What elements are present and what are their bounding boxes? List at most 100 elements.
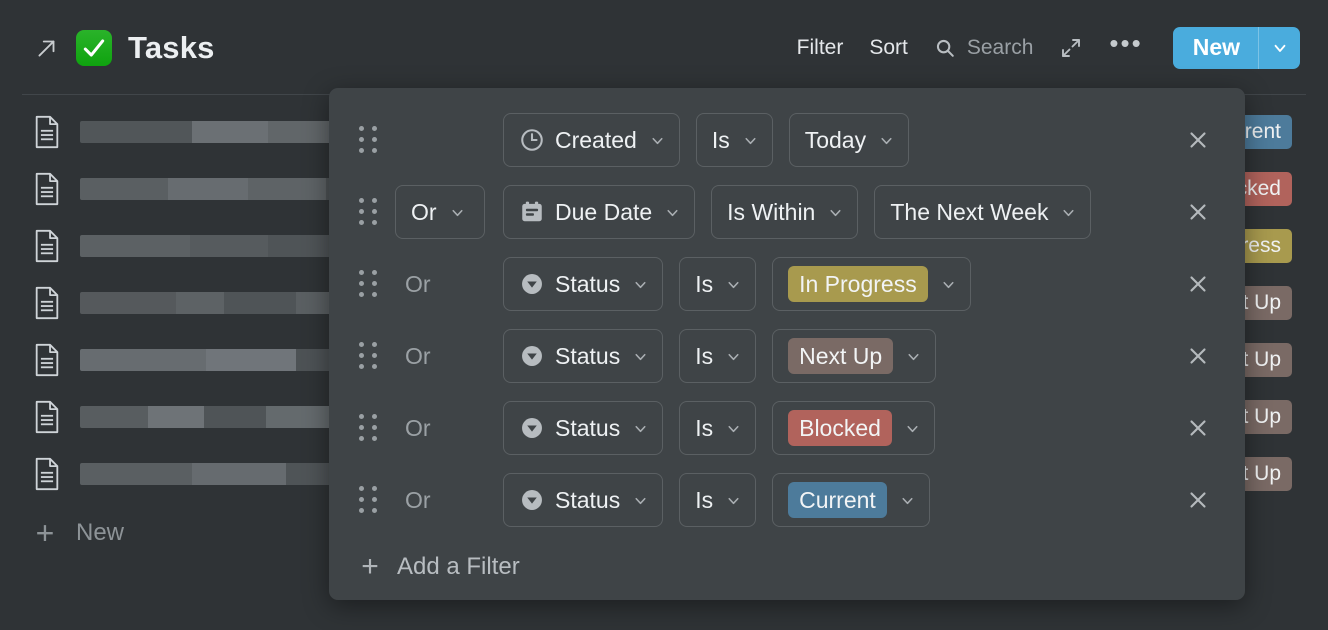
app-header: Tasks Filter Sort Search ••• New — [0, 0, 1328, 95]
filter-operator-label: Is — [695, 414, 714, 441]
calendar-icon — [519, 199, 545, 225]
close-icon[interactable] — [1181, 195, 1215, 229]
plus-icon: + — [35, 515, 55, 551]
filter-field-select[interactable]: Status — [503, 329, 664, 383]
search-input[interactable]: Search — [934, 35, 1034, 60]
filter-field-select[interactable]: Status — [503, 401, 664, 455]
close-icon[interactable] — [1181, 267, 1215, 301]
chevron-down-icon[interactable] — [632, 420, 649, 437]
expand-diagonal-icon[interactable] — [1059, 36, 1083, 60]
chevron-down-icon[interactable] — [449, 204, 466, 221]
chevron-down-icon[interactable] — [632, 276, 649, 293]
open-in-new-arrow-icon[interactable] — [34, 35, 60, 61]
chevron-down-icon[interactable] — [827, 204, 844, 221]
new-button-label[interactable]: New — [1173, 27, 1258, 69]
white-heavy-check-mark-emoji — [76, 29, 112, 66]
filter-value-select[interactable]: Blocked — [772, 401, 935, 455]
filter-value-pill: Next Up — [788, 338, 894, 374]
new-button[interactable]: New — [1172, 26, 1300, 69]
chevron-down-icon[interactable] — [632, 492, 649, 509]
document-icon — [32, 115, 64, 149]
filter-field-select[interactable]: Created — [503, 113, 680, 167]
document-icon — [32, 457, 64, 491]
close-icon[interactable] — [1181, 483, 1215, 517]
filter-conjunction-label: Or — [405, 342, 431, 369]
add-filter-button[interactable]: + Add a Filter — [329, 536, 1245, 598]
filter-operator-label: Is Within — [727, 198, 816, 225]
search-placeholder: Search — [966, 35, 1034, 59]
filter-field-label: Status — [555, 270, 621, 297]
chevron-down-icon[interactable] — [1258, 26, 1300, 69]
filter-button[interactable]: Filter — [797, 36, 844, 60]
chevron-down-icon[interactable] — [899, 492, 916, 509]
header-toolbar: Filter Sort Search ••• New — [797, 26, 1328, 69]
app-window: Tasks Filter Sort Search ••• New Current… — [0, 0, 1328, 630]
filter-field-label: Due Date — [555, 198, 653, 225]
filter-operator-label: Is — [695, 342, 714, 369]
chevron-down-icon[interactable] — [878, 132, 895, 149]
close-icon[interactable] — [1181, 339, 1215, 373]
filter-conjunction-select[interactable]: Or — [395, 185, 485, 239]
status-select-icon — [519, 271, 545, 297]
sort-button[interactable]: Sort — [869, 36, 908, 60]
chevron-down-icon[interactable] — [905, 348, 922, 365]
filter-value-select[interactable]: In Progress — [772, 257, 971, 311]
filter-field-select[interactable]: Status — [503, 473, 664, 527]
chevron-down-icon[interactable] — [725, 276, 742, 293]
filter-field-select[interactable]: Status — [503, 257, 664, 311]
page-title: Tasks — [128, 29, 215, 65]
chevron-down-icon[interactable] — [904, 420, 921, 437]
filter-operator-select[interactable]: Is — [679, 257, 757, 311]
filter-conjunction-label: Or — [405, 486, 431, 513]
filter-row: Or Status Is In Progress — [329, 248, 1245, 320]
chevron-down-icon[interactable] — [940, 276, 957, 293]
chevron-down-icon[interactable] — [632, 348, 649, 365]
filter-operator-label: Is — [711, 126, 730, 153]
drag-handle-icon[interactable] — [355, 414, 381, 442]
filter-value-select[interactable]: Current — [772, 473, 930, 527]
plus-icon: + — [361, 550, 379, 583]
chevron-down-icon[interactable] — [1060, 204, 1077, 221]
filter-row: Created Is Today — [329, 104, 1245, 176]
filter-operator-select[interactable]: Is — [679, 473, 757, 527]
filter-field-label: Status — [555, 414, 621, 441]
filter-operator-select[interactable]: Is Within — [711, 185, 859, 239]
filter-operator-label: Is — [695, 270, 714, 297]
filter-operator-select[interactable]: Is — [679, 401, 757, 455]
status-select-icon — [519, 343, 545, 369]
list-new-row-label: New — [76, 519, 125, 546]
drag-handle-icon[interactable] — [355, 342, 381, 370]
chevron-down-icon[interactable] — [725, 348, 742, 365]
chevron-down-icon[interactable] — [664, 204, 681, 221]
chevron-down-icon[interactable] — [725, 420, 742, 437]
filter-field-label: Status — [555, 486, 621, 513]
filter-value-select[interactable]: Next Up — [772, 329, 937, 383]
filter-operator-select[interactable]: Is — [679, 329, 757, 383]
drag-handle-icon[interactable] — [355, 198, 381, 226]
document-icon — [32, 229, 64, 263]
filter-value-select[interactable]: The Next Week — [874, 185, 1092, 239]
chevron-down-icon[interactable] — [742, 132, 759, 149]
filter-conjunction-label: Or — [411, 198, 437, 225]
filter-operator-select[interactable]: Is — [695, 113, 773, 167]
more-options-icon[interactable]: ••• — [1109, 30, 1142, 58]
filter-value-pill: Blocked — [788, 410, 892, 446]
close-icon[interactable] — [1181, 411, 1215, 445]
clock-icon — [519, 127, 545, 153]
close-icon[interactable] — [1181, 123, 1215, 157]
filter-conjunction-label: Or — [405, 414, 431, 441]
filter-value-select[interactable]: Today — [788, 113, 910, 167]
filter-value-pill: In Progress — [788, 266, 928, 302]
drag-handle-icon[interactable] — [355, 486, 381, 514]
drag-handle-icon[interactable] — [355, 270, 381, 298]
add-filter-label: Add a Filter — [397, 553, 520, 580]
filter-row: Or Due Date Is Within The Next Week — [329, 176, 1245, 248]
document-icon — [32, 172, 64, 206]
filter-field-label: Status — [555, 342, 621, 369]
filter-row: Or Status Is Next Up — [329, 320, 1245, 392]
chevron-down-icon[interactable] — [649, 132, 666, 149]
chevron-down-icon[interactable] — [725, 492, 742, 509]
drag-handle-icon[interactable] — [355, 126, 381, 154]
filter-field-select[interactable]: Due Date — [503, 185, 696, 239]
filter-conjunction-label: Or — [405, 270, 431, 297]
